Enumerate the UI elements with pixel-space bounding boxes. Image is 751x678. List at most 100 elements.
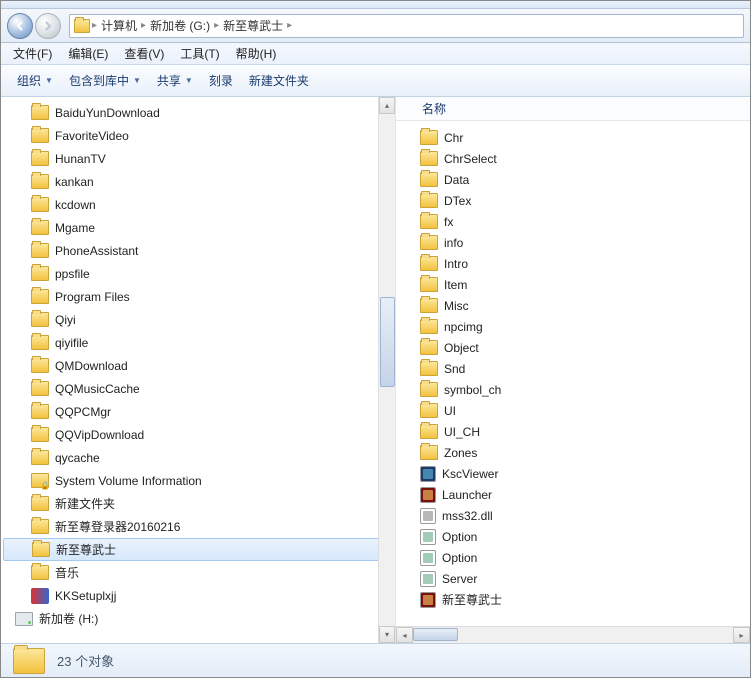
file-item-label: UI_CH bbox=[444, 425, 480, 439]
file-item[interactable]: UI bbox=[396, 400, 750, 421]
navigation-tree[interactable]: BaiduYunDownload FavoriteVideoHunanTVkank… bbox=[1, 97, 396, 643]
scroll-thumb[interactable] bbox=[380, 297, 395, 387]
file-item-label: Misc bbox=[444, 299, 469, 313]
new-folder-button[interactable]: 新建文件夹 bbox=[241, 68, 317, 93]
file-item[interactable]: Option bbox=[396, 547, 750, 568]
breadcrumb-bar[interactable]: ▸ 计算机 ▸ 新加卷 (G:) ▸ 新至尊武士 ▸ bbox=[69, 14, 744, 38]
tree-item-label: BaiduYunDownload bbox=[55, 106, 160, 120]
file-item[interactable]: Chr bbox=[396, 127, 750, 148]
file-item[interactable]: npcimg bbox=[396, 316, 750, 337]
folder-icon bbox=[420, 382, 438, 397]
breadcrumb-segment[interactable]: 新至尊武士 bbox=[219, 17, 287, 34]
file-item[interactable]: DTex bbox=[396, 190, 750, 211]
tree-item[interactable]: 新至尊武士 bbox=[3, 538, 393, 561]
organize-button[interactable]: 组织▼ bbox=[9, 68, 61, 93]
tree-item[interactable]: QQVipDownload bbox=[1, 423, 395, 446]
app-icon bbox=[420, 466, 436, 482]
tree-item[interactable]: FavoriteVideo bbox=[1, 124, 395, 147]
file-item[interactable]: Launcher bbox=[396, 484, 750, 505]
tree-item[interactable]: QQMusicCache bbox=[1, 377, 395, 400]
tree-item[interactable]: 音乐 bbox=[1, 561, 395, 584]
tree-item-label: QQVipDownload bbox=[55, 428, 144, 442]
scroll-thumb[interactable] bbox=[413, 628, 458, 641]
app-icon bbox=[420, 592, 436, 608]
address-bar: ▸ 计算机 ▸ 新加卷 (G:) ▸ 新至尊武士 ▸ bbox=[1, 9, 750, 43]
nav-back-button[interactable] bbox=[7, 13, 33, 39]
file-item-label: Data bbox=[444, 173, 469, 187]
file-item[interactable]: Snd bbox=[396, 358, 750, 379]
file-item[interactable]: Data bbox=[396, 169, 750, 190]
tree-item[interactable]: Qiyi bbox=[1, 308, 395, 331]
tree-item[interactable]: 新建文件夹 bbox=[1, 492, 395, 515]
tree-item[interactable]: QMDownload bbox=[1, 354, 395, 377]
folder-icon bbox=[31, 565, 49, 580]
file-item[interactable]: UI_CH bbox=[396, 421, 750, 442]
folder-icon bbox=[420, 130, 438, 145]
tree-item[interactable]: ppsfile bbox=[1, 262, 395, 285]
file-item-label: symbol_ch bbox=[444, 383, 501, 397]
folder-icon bbox=[420, 319, 438, 334]
file-item[interactable]: Zones bbox=[396, 442, 750, 463]
file-item[interactable]: mss32.dll bbox=[396, 505, 750, 526]
tree-item-label: kcdown bbox=[55, 198, 96, 212]
folder-icon bbox=[420, 340, 438, 355]
nav-forward-button[interactable] bbox=[35, 13, 61, 39]
tree-item[interactable]: 新至尊登录器20160216 bbox=[1, 515, 395, 538]
folder-icon bbox=[420, 256, 438, 271]
file-item[interactable]: Option bbox=[396, 526, 750, 547]
file-item[interactable]: symbol_ch bbox=[396, 379, 750, 400]
tree-item[interactable]: QQPCMgr bbox=[1, 400, 395, 423]
folder-icon bbox=[31, 312, 49, 327]
locked-folder-icon bbox=[31, 473, 49, 488]
breadcrumb-segment[interactable]: 新加卷 (G:) bbox=[146, 17, 214, 34]
menu-tools[interactable]: 工具(T) bbox=[172, 43, 227, 64]
burn-button[interactable]: 刻录 bbox=[201, 68, 241, 93]
scroll-track[interactable] bbox=[413, 627, 733, 643]
folder-icon bbox=[420, 298, 438, 313]
file-item[interactable]: Misc bbox=[396, 295, 750, 316]
tree-item[interactable]: BaiduYunDownload bbox=[1, 101, 395, 124]
tree-item[interactable]: Program Files bbox=[1, 285, 395, 308]
tree-item[interactable]: kcdown bbox=[1, 193, 395, 216]
file-list[interactable]: ChrChrSelect Data DTexfxinfoIntroItem Misc n… bbox=[396, 121, 750, 626]
tree-item[interactable]: KKSetuplxjj bbox=[1, 584, 395, 607]
scroll-down-button[interactable]: ▾ bbox=[379, 626, 395, 643]
file-item[interactable]: Item bbox=[396, 274, 750, 295]
folder-icon bbox=[31, 450, 49, 465]
file-item[interactable]: Object bbox=[396, 337, 750, 358]
scroll-left-button[interactable]: ◂ bbox=[396, 627, 413, 643]
horizontal-scrollbar[interactable]: ◂ ▸ bbox=[396, 626, 750, 643]
tree-item[interactable]: Mgame bbox=[1, 216, 395, 239]
file-item[interactable]: ChrSelect bbox=[396, 148, 750, 169]
file-item-label: Zones bbox=[444, 446, 477, 460]
tree-item-label: QQMusicCache bbox=[55, 382, 140, 396]
file-item[interactable]: info bbox=[396, 232, 750, 253]
breadcrumb-segment[interactable]: 计算机 bbox=[97, 17, 141, 34]
menu-file[interactable]: 文件(F) bbox=[5, 43, 60, 64]
scroll-up-button[interactable]: ▴ bbox=[379, 97, 395, 114]
file-item[interactable]: Intro bbox=[396, 253, 750, 274]
file-item[interactable]: KscViewer bbox=[396, 463, 750, 484]
file-item[interactable]: Server bbox=[396, 568, 750, 589]
menu-edit[interactable]: 编辑(E) bbox=[60, 43, 116, 64]
tree-item[interactable]: HunanTV bbox=[1, 147, 395, 170]
tree-item[interactable]: 新加卷 (H:) bbox=[1, 607, 395, 630]
tree-item[interactable]: qiyifile bbox=[1, 331, 395, 354]
status-text: 23 个对象 bbox=[57, 651, 114, 670]
share-label: 共享 bbox=[157, 72, 181, 89]
tree-item[interactable]: PhoneAssistant bbox=[1, 239, 395, 262]
tree-item[interactable]: System Volume Information bbox=[1, 469, 395, 492]
tree-item-label: KKSetuplxjj bbox=[55, 589, 116, 603]
menu-view[interactable]: 查看(V) bbox=[116, 43, 172, 64]
tree-item[interactable]: qycache bbox=[1, 446, 395, 469]
menu-help[interactable]: 帮助(H) bbox=[228, 43, 285, 64]
config-icon bbox=[420, 550, 436, 566]
include-library-button[interactable]: 包含到库中▼ bbox=[61, 68, 149, 93]
scroll-right-button[interactable]: ▸ bbox=[733, 627, 750, 643]
file-item[interactable]: fx bbox=[396, 211, 750, 232]
vertical-scrollbar[interactable]: ▴ ▾ bbox=[378, 97, 395, 643]
column-header-name[interactable]: 名称 bbox=[396, 97, 750, 121]
tree-item[interactable]: kankan bbox=[1, 170, 395, 193]
share-button[interactable]: 共享▼ bbox=[149, 68, 201, 93]
file-item[interactable]: 新至尊武士 bbox=[396, 589, 750, 610]
